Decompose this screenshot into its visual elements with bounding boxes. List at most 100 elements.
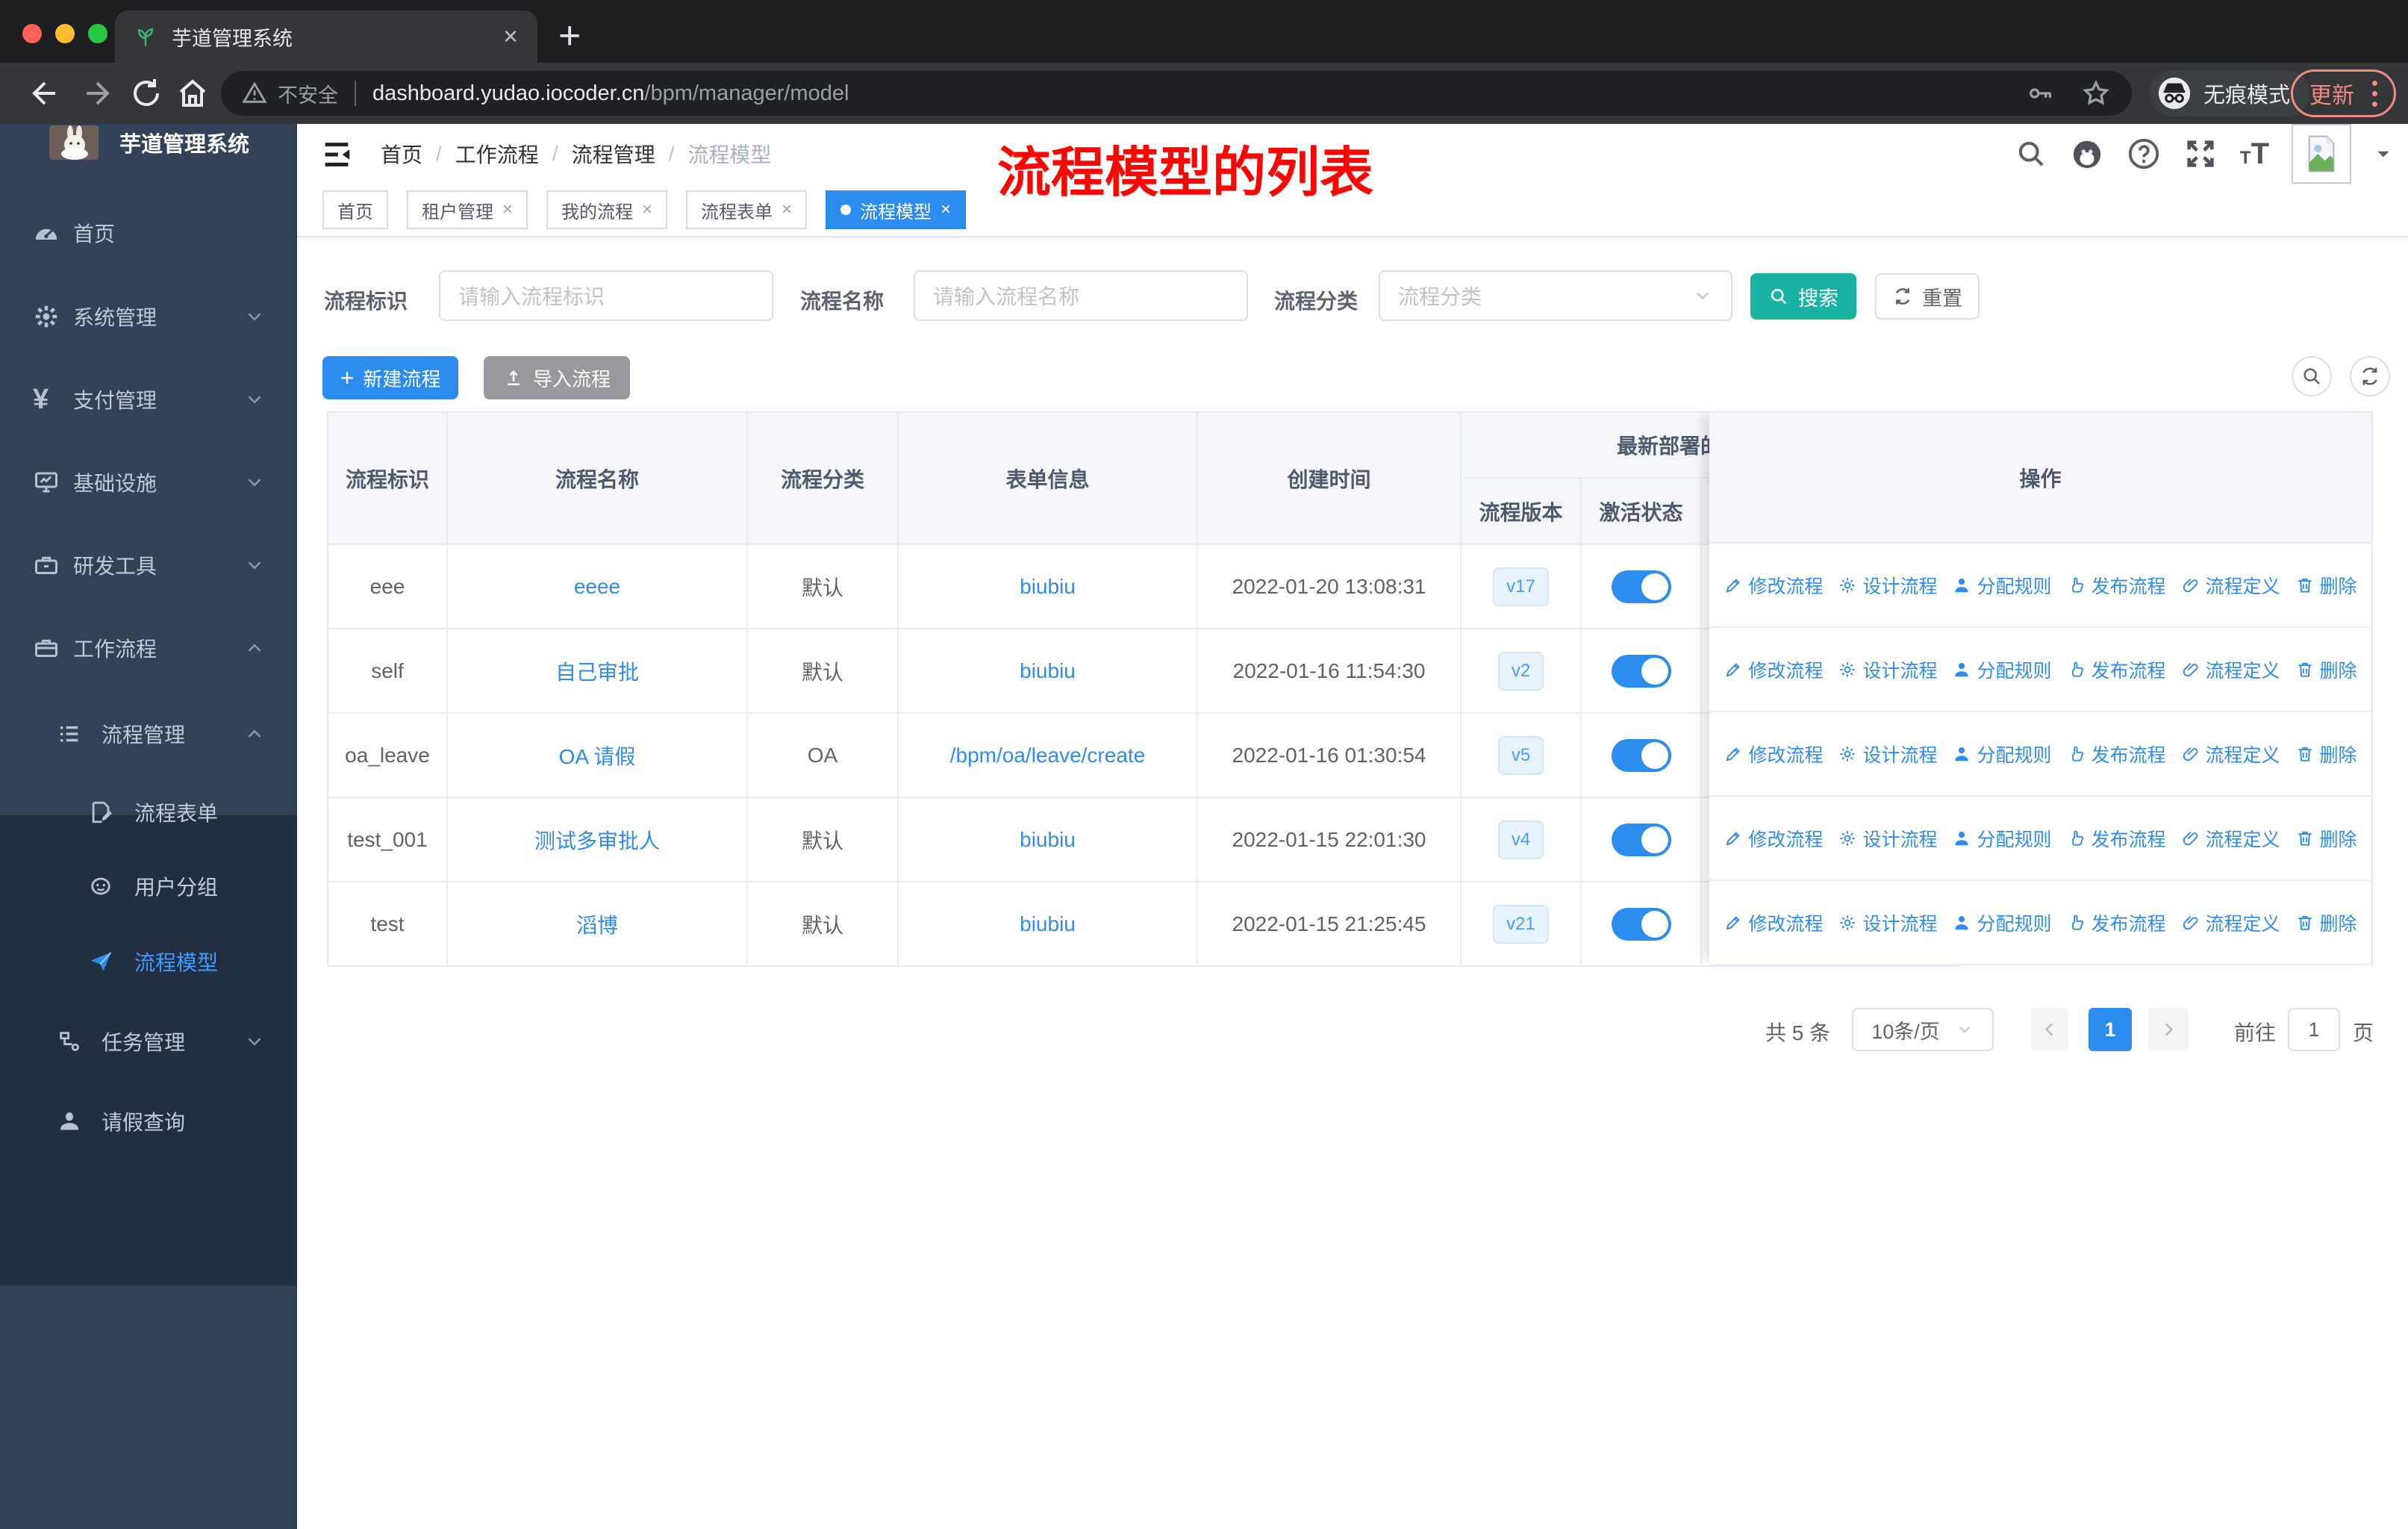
- delete-link[interactable]: 删除: [2295, 741, 2357, 767]
- cell-name[interactable]: eeee: [448, 545, 748, 628]
- tag-close-icon[interactable]: ×: [502, 199, 513, 220]
- process-name-input[interactable]: 请输入流程名称: [914, 270, 1248, 321]
- publish-process-link[interactable]: 发布流程: [2067, 656, 2166, 683]
- address-bar[interactable]: 不安全 dashboard.yudao.iocoder.cn/bpm/manag…: [221, 71, 2132, 116]
- publish-process-link[interactable]: 发布流程: [2067, 825, 2166, 852]
- cell-name[interactable]: 自己审批: [448, 629, 748, 712]
- assign-rule-link[interactable]: 分配规则: [1952, 909, 2052, 936]
- avatar[interactable]: [2292, 124, 2351, 184]
- tag-close-icon[interactable]: ×: [642, 199, 652, 220]
- delete-link[interactable]: 删除: [2295, 656, 2357, 683]
- cell-form[interactable]: biubiu: [899, 798, 1198, 881]
- browser-menu-icon[interactable]: [2372, 80, 2377, 107]
- design-process-link[interactable]: 设计流程: [1838, 656, 1937, 683]
- modify-process-link[interactable]: 修改流程: [1724, 741, 1823, 767]
- refresh-table-button[interactable]: [2350, 356, 2390, 396]
- sidebar-item-payment[interactable]: ¥ 支付管理: [0, 361, 297, 438]
- font-size-icon[interactable]: TT: [2240, 137, 2269, 171]
- design-process-link[interactable]: 设计流程: [1838, 909, 1937, 936]
- reset-button[interactable]: 重置: [1875, 273, 1980, 320]
- process-definition-link[interactable]: 流程定义: [2181, 825, 2280, 852]
- back-icon[interactable]: [27, 75, 63, 111]
- sidebar-item-dev-tools[interactable]: 研发工具: [0, 526, 297, 604]
- tag-my-process[interactable]: 我的流程 ×: [546, 190, 668, 229]
- sidebar-item-workflow[interactable]: 工作流程: [0, 609, 297, 687]
- tag-close-icon[interactable]: ×: [782, 199, 792, 220]
- fullscreen-icon[interactable]: [2183, 137, 2218, 171]
- new-tab-button[interactable]: +: [558, 13, 581, 58]
- sidebar-item-process-form[interactable]: 流程表单: [0, 773, 297, 851]
- tag-process-form[interactable]: 流程表单 ×: [686, 190, 808, 229]
- chevron-down-icon[interactable]: [2374, 144, 2393, 164]
- sidebar-item-process-management[interactable]: 流程管理: [0, 695, 297, 773]
- create-process-button[interactable]: + 新建流程: [322, 356, 458, 399]
- assign-rule-link[interactable]: 分配规则: [1952, 656, 2052, 683]
- tag-close-icon[interactable]: ×: [941, 199, 951, 220]
- reload-icon[interactable]: [128, 75, 164, 111]
- active-toggle[interactable]: [1611, 570, 1671, 603]
- active-toggle[interactable]: [1611, 823, 1671, 856]
- assign-rule-link[interactable]: 分配规则: [1952, 825, 2052, 852]
- home-icon[interactable]: [175, 75, 210, 111]
- breadcrumb-home[interactable]: 首页: [381, 139, 422, 169]
- delete-link[interactable]: 删除: [2295, 909, 2357, 936]
- modify-process-link[interactable]: 修改流程: [1724, 825, 1823, 852]
- design-process-link[interactable]: 设计流程: [1838, 741, 1937, 767]
- help-icon[interactable]: [2127, 137, 2161, 171]
- publish-process-link[interactable]: 发布流程: [2067, 909, 2166, 936]
- process-definition-link[interactable]: 流程定义: [2181, 656, 2280, 683]
- tag-process-model[interactable]: 流程模型 ×: [826, 190, 967, 229]
- cell-form[interactable]: /bpm/oa/leave/create: [899, 714, 1198, 797]
- github-icon[interactable]: [2070, 137, 2104, 171]
- cell-form[interactable]: biubiu: [899, 629, 1198, 712]
- goto-page-input[interactable]: 1: [2288, 1008, 2340, 1051]
- sidebar-item-task-management[interactable]: 任务管理: [0, 1003, 297, 1080]
- process-id-input[interactable]: 请输入流程标识: [439, 270, 773, 321]
- cell-name[interactable]: 滔博: [448, 882, 748, 965]
- publish-process-link[interactable]: 发布流程: [2067, 572, 2166, 599]
- cell-form[interactable]: biubiu: [899, 545, 1198, 628]
- process-definition-link[interactable]: 流程定义: [2181, 572, 2280, 599]
- design-process-link[interactable]: 设计流程: [1838, 572, 1937, 599]
- import-process-button[interactable]: 导入流程: [484, 356, 630, 399]
- key-icon[interactable]: [2026, 78, 2056, 108]
- current-page-button[interactable]: 1: [2089, 1008, 2132, 1051]
- assign-rule-link[interactable]: 分配规则: [1952, 741, 2052, 767]
- active-toggle[interactable]: [1611, 907, 1671, 941]
- assign-rule-link[interactable]: 分配规则: [1952, 572, 2052, 599]
- breadcrumb-workflow[interactable]: 工作流程: [455, 139, 539, 169]
- modify-process-link[interactable]: 修改流程: [1724, 656, 1823, 683]
- active-toggle[interactable]: [1611, 654, 1671, 688]
- toggle-search-button[interactable]: [2292, 356, 2332, 396]
- process-definition-link[interactable]: 流程定义: [2181, 909, 2280, 936]
- window-controls[interactable]: [22, 24, 107, 43]
- active-toggle[interactable]: [1611, 738, 1671, 772]
- browser-tab[interactable]: 芋道管理系统 ×: [115, 10, 537, 63]
- app-logo[interactable]: 芋道管理系统: [49, 125, 249, 160]
- sidebar-item-system[interactable]: 系统管理: [0, 278, 297, 355]
- process-category-select[interactable]: 流程分类: [1379, 270, 1732, 321]
- security-label[interactable]: 不安全: [278, 79, 338, 108]
- tab-close-icon[interactable]: ×: [503, 24, 518, 49]
- sidebar-item-process-model[interactable]: 流程模型: [0, 923, 297, 1000]
- delete-link[interactable]: 删除: [2295, 825, 2357, 852]
- sidebar-item-home[interactable]: 首页: [0, 194, 297, 272]
- sidebar-item-infrastructure[interactable]: 基础设施: [0, 443, 297, 521]
- search-icon[interactable]: [2015, 137, 2047, 170]
- window-maximize-button[interactable]: [88, 24, 107, 43]
- prev-page-button[interactable]: [2031, 1008, 2068, 1051]
- tag-tenant[interactable]: 租户管理 ×: [407, 190, 528, 229]
- window-minimize-button[interactable]: [55, 24, 75, 43]
- tag-home[interactable]: 首页: [322, 190, 388, 229]
- publish-process-link[interactable]: 发布流程: [2067, 741, 2166, 767]
- sidebar-item-leave-query[interactable]: 请假查询: [0, 1083, 297, 1160]
- breadcrumb-process-management[interactable]: 流程管理: [572, 139, 655, 169]
- page-size-select[interactable]: 10条/页: [1852, 1008, 1994, 1051]
- update-button[interactable]: 更新: [2291, 69, 2396, 117]
- sidebar-collapse-icon[interactable]: [319, 137, 354, 172]
- cell-form[interactable]: biubiu: [899, 882, 1198, 965]
- modify-process-link[interactable]: 修改流程: [1724, 572, 1823, 599]
- modify-process-link[interactable]: 修改流程: [1724, 909, 1823, 936]
- delete-link[interactable]: 删除: [2295, 572, 2357, 599]
- forward-icon[interactable]: [79, 75, 115, 111]
